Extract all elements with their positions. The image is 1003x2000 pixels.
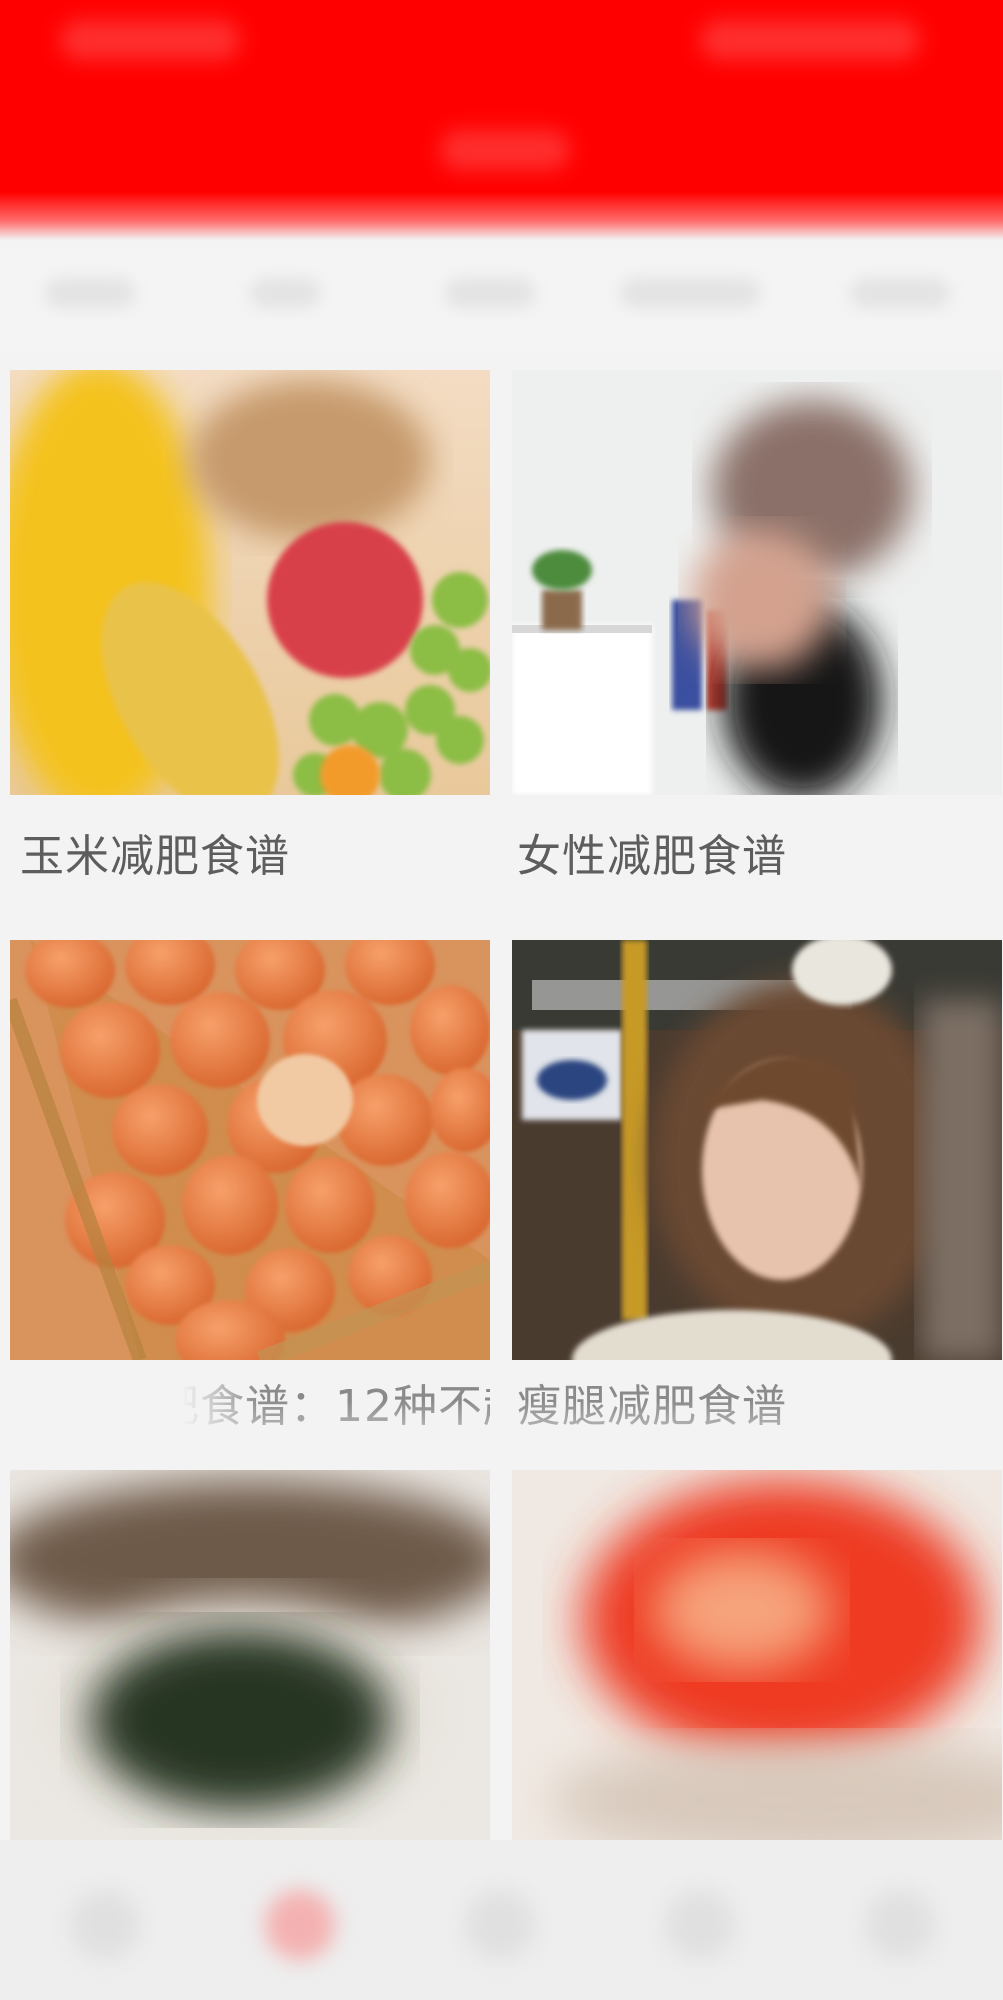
card-image-6[interactable] [512,1470,1002,1840]
app-header [0,0,1003,240]
nav-item-4-icon[interactable] [665,1890,735,1960]
card-image-5[interactable] [10,1470,490,1840]
card-title-3[interactable]: 鸡蛋减肥食谱：12种不起 [20,1370,490,1434]
soup-bowl-photo-icon [10,1470,490,1840]
nav-item-2-icon[interactable] [265,1890,335,1960]
card-image-4[interactable] [512,940,1002,1360]
header-right-blur [700,20,920,60]
header-title-blur [440,130,570,170]
woman-photo-icon [512,370,1002,795]
card-title-2[interactable]: 女性减肥食谱 [517,820,997,884]
header-left-blur [60,20,240,60]
nav-item-1-icon[interactable] [70,1890,140,1960]
nav-item-5-icon[interactable] [865,1890,935,1960]
tomato-photo-icon [512,1470,1002,1840]
tab-3[interactable] [445,278,535,308]
tab-1[interactable] [45,278,135,308]
card-title-1[interactable]: 玉米减肥食谱 [20,820,490,884]
nav-item-3-icon[interactable] [465,1890,535,1960]
card-title-4[interactable]: 瘦腿减肥食谱 [517,1370,997,1434]
eggs-basket-photo-icon [10,940,490,1360]
corn-fruit-photo-icon [10,370,490,795]
tab-2[interactable] [250,278,320,308]
woman-portrait-photo-icon [512,940,1002,1360]
card-image-1[interactable] [10,370,490,795]
card-image-3[interactable] [10,940,490,1360]
card-image-2[interactable] [512,370,1002,795]
tab-4[interactable] [620,278,760,308]
tab-5[interactable] [850,278,950,308]
